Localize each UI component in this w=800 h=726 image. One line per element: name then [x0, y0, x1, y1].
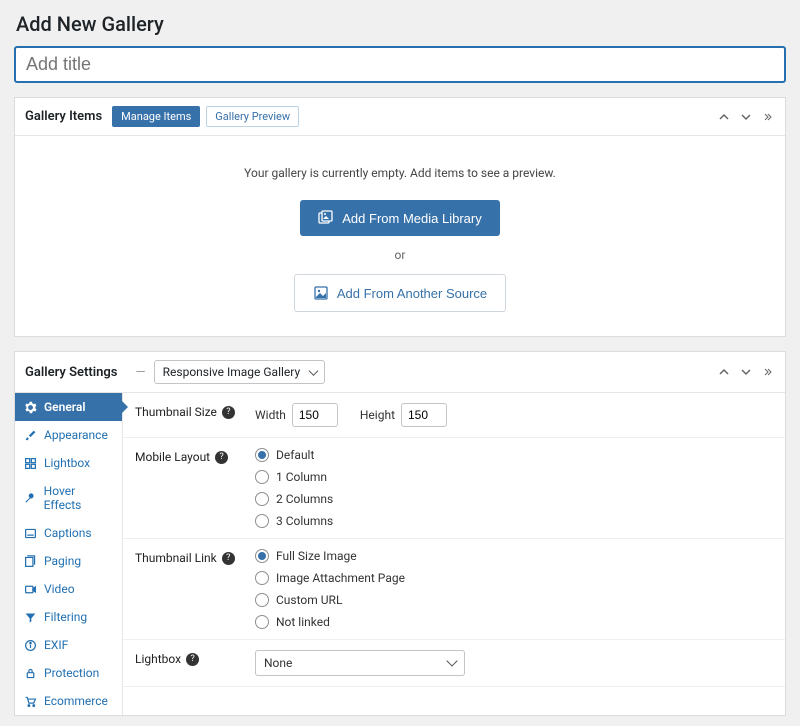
- thumb-link-option-none[interactable]: Not linked: [255, 615, 773, 629]
- mobile-layout-option-3col[interactable]: 3 Columns: [255, 514, 773, 528]
- media-library-icon: [318, 210, 334, 226]
- radio-icon: [255, 448, 269, 462]
- tab-exif[interactable]: EXIF: [15, 631, 122, 659]
- tab-gallery-preview[interactable]: Gallery Preview: [206, 106, 299, 127]
- tab-label: Protection: [44, 666, 99, 680]
- cart-icon: [23, 694, 37, 708]
- title-input[interactable]: [14, 46, 786, 83]
- help-icon[interactable]: ?: [222, 552, 235, 565]
- tab-hover-effects[interactable]: Hover Effects: [15, 477, 122, 519]
- caption-icon: [23, 526, 37, 540]
- radio-icon: [255, 571, 269, 585]
- tab-label: General: [44, 400, 85, 414]
- tab-label: Ecommerce: [44, 694, 108, 708]
- radio-icon: [255, 514, 269, 528]
- page-title: Add New Gallery: [16, 12, 786, 36]
- gear-icon: [23, 400, 37, 414]
- gallery-settings-panel: Gallery Settings — Responsive Image Gall…: [14, 351, 786, 716]
- help-icon[interactable]: ?: [215, 451, 228, 464]
- radio-icon: [255, 615, 269, 629]
- thumb-link-option-full[interactable]: Full Size Image: [255, 549, 773, 563]
- gallery-template-select[interactable]: Responsive Image Gallery: [154, 360, 326, 384]
- or-divider: or: [15, 248, 785, 262]
- add-from-media-library-button[interactable]: Add From Media Library: [300, 200, 499, 236]
- radio-icon: [255, 492, 269, 506]
- help-icon[interactable]: ?: [186, 653, 199, 666]
- tab-protection[interactable]: Protection: [15, 659, 122, 687]
- panel-toggle-icon[interactable]: [761, 110, 775, 124]
- tab-label: Video: [44, 582, 75, 596]
- tab-label: Hover Effects: [44, 484, 114, 512]
- help-icon[interactable]: ?: [222, 406, 235, 419]
- mobile-layout-label: Mobile Layout: [135, 450, 210, 464]
- tab-label: Filtering: [44, 610, 87, 624]
- tab-lightbox[interactable]: Lightbox: [15, 449, 122, 477]
- gallery-settings-label: Gallery Settings: [25, 365, 117, 380]
- thumbnail-height-input[interactable]: [401, 403, 447, 427]
- panel-move-down-icon[interactable]: [739, 110, 753, 124]
- info-icon: [23, 638, 37, 652]
- tab-captions[interactable]: Captions: [15, 519, 122, 547]
- radio-icon: [255, 549, 269, 563]
- thumbnail-size-label: Thumbnail Size: [135, 405, 217, 419]
- tab-label: Appearance: [44, 428, 108, 442]
- chevron-down-icon: [446, 655, 457, 666]
- panel-toggle-icon[interactable]: [761, 365, 775, 379]
- add-other-label: Add From Another Source: [337, 286, 487, 301]
- height-label: Height: [360, 408, 395, 422]
- thumbnail-link-label: Thumbnail Link: [135, 551, 217, 565]
- another-source-icon: [313, 285, 329, 301]
- settings-tabs: General Appearance Lightbox Hover Effect…: [15, 393, 123, 715]
- tab-label: EXIF: [44, 638, 68, 652]
- gallery-items-label: Gallery Items: [25, 109, 102, 124]
- panel-move-up-icon[interactable]: [717, 110, 731, 124]
- width-label: Width: [255, 408, 286, 422]
- tab-video[interactable]: Video: [15, 575, 122, 603]
- panel-move-down-icon[interactable]: [739, 365, 753, 379]
- panel-move-up-icon[interactable]: [717, 365, 731, 379]
- add-media-label: Add From Media Library: [342, 211, 481, 226]
- tab-filtering[interactable]: Filtering: [15, 603, 122, 631]
- mobile-layout-option-1col[interactable]: 1 Column: [255, 470, 773, 484]
- thumb-link-option-custom[interactable]: Custom URL: [255, 593, 773, 607]
- tab-label: Captions: [44, 526, 92, 540]
- tab-label: Paging: [44, 554, 81, 568]
- grid-icon: [23, 456, 37, 470]
- tab-appearance[interactable]: Appearance: [15, 421, 122, 449]
- paging-icon: [23, 554, 37, 568]
- mobile-layout-option-2col[interactable]: 2 Columns: [255, 492, 773, 506]
- tab-general[interactable]: General: [15, 393, 122, 421]
- mobile-layout-option-default[interactable]: Default: [255, 448, 773, 462]
- dash-separator: —: [135, 365, 145, 380]
- tab-paging[interactable]: Paging: [15, 547, 122, 575]
- gallery-items-panel: Gallery Items Manage Items Gallery Previ…: [14, 97, 786, 337]
- tab-manage-items[interactable]: Manage Items: [112, 106, 200, 127]
- add-from-another-source-button[interactable]: Add From Another Source: [294, 274, 506, 312]
- lightbox-label: Lightbox: [135, 652, 181, 666]
- radio-icon: [255, 470, 269, 484]
- tab-label: Lightbox: [44, 456, 90, 470]
- radio-icon: [255, 593, 269, 607]
- lock-icon: [23, 666, 37, 680]
- thumbnail-width-input[interactable]: [292, 403, 338, 427]
- brush-icon: [23, 428, 37, 442]
- video-icon: [23, 582, 37, 596]
- tab-ecommerce[interactable]: Ecommerce: [15, 687, 122, 715]
- lightbox-select[interactable]: None: [255, 650, 465, 676]
- wrench-icon: [23, 491, 37, 505]
- empty-message: Your gallery is currently empty. Add ite…: [15, 166, 785, 180]
- thumb-link-option-attachment[interactable]: Image Attachment Page: [255, 571, 773, 585]
- filter-icon: [23, 610, 37, 624]
